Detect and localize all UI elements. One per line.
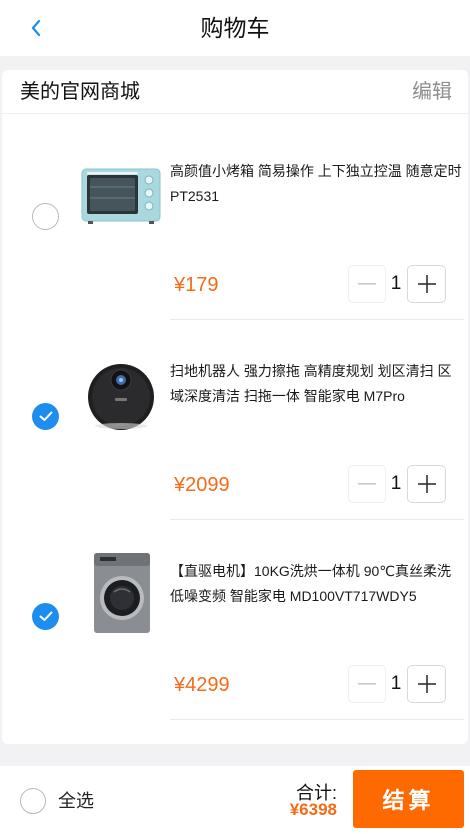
minus-icon [358, 283, 376, 285]
quantity-value: 1 [390, 673, 402, 694]
total-amount: ¥6398 [289, 800, 337, 819]
product-name: 【直驱电机】10KG洗烘一体机 90℃真丝柔洗 低噪变频 智能家电 MD100V… [170, 563, 451, 604]
back-button[interactable] [24, 14, 48, 42]
decrease-button[interactable] [348, 265, 386, 303]
product-price: ¥4299 [174, 674, 230, 696]
decrease-button[interactable] [348, 465, 386, 503]
item-checkbox-checked[interactable] [32, 403, 59, 430]
product-price: ¥179 [174, 274, 219, 296]
product-price: ¥2099 [174, 474, 230, 496]
page-title: 购物车 [200, 15, 270, 41]
decrease-button[interactable] [348, 665, 386, 703]
washing-machine-image [78, 550, 164, 636]
select-all-label: 全选 [58, 791, 94, 811]
check-icon [39, 611, 52, 621]
increase-button[interactable] [407, 465, 446, 503]
minus-icon [358, 483, 376, 485]
quantity-value: 1 [390, 473, 402, 494]
chevron-left-icon [31, 19, 41, 37]
top-bar: 购物车 [0, 0, 470, 56]
plus-icon [417, 275, 436, 293]
product-name: 扫地机器人 强力擦拖 高精度规划 划区清扫 区域深度清洁 扫拖一体 智能家电 M… [170, 363, 452, 404]
minus-icon [358, 683, 376, 685]
item-checkbox-checked[interactable] [32, 603, 59, 630]
shop-name: 美的官网商城 [20, 81, 140, 103]
item-checkbox[interactable] [32, 203, 59, 230]
cart-card: 美的官网商城 编辑 高颜值小烤箱 简易操作 上下独立控温 随意定时 PT2531… [2, 70, 468, 744]
oven-image [78, 152, 164, 238]
increase-button[interactable] [407, 665, 446, 703]
product-name: 高颜值小烤箱 简易操作 上下独立控温 随意定时 PT2531 [170, 163, 462, 204]
cart-item: 【直驱电机】10KG洗烘一体机 90℃真丝柔洗 低噪变频 智能家电 MD100V… [2, 514, 468, 720]
checkout-bar: 全选 合计: ¥6398 结算 [0, 766, 470, 834]
plus-icon [417, 675, 436, 693]
check-icon [39, 411, 52, 421]
cart-item: 扫地机器人 强力擦拖 高精度规划 划区清扫 区域深度清洁 扫拖一体 智能家电 M… [2, 314, 468, 520]
plus-icon [417, 475, 436, 493]
quantity-value: 1 [390, 273, 402, 294]
robot-vacuum-image [78, 352, 164, 438]
increase-button[interactable] [407, 265, 446, 303]
quantity-stepper: 1 [348, 265, 446, 303]
quantity-stepper: 1 [348, 465, 446, 503]
checkout-button[interactable]: 结算 [353, 770, 464, 828]
select-all-checkbox[interactable] [20, 788, 46, 814]
edit-button[interactable]: 编辑 [412, 70, 452, 114]
shop-header: 美的官网商城 编辑 [2, 70, 468, 114]
cart-item: 高颜值小烤箱 简易操作 上下独立控温 随意定时 PT2531 ¥179 1 [2, 114, 468, 320]
item-divider [170, 719, 464, 720]
quantity-stepper: 1 [348, 665, 446, 703]
